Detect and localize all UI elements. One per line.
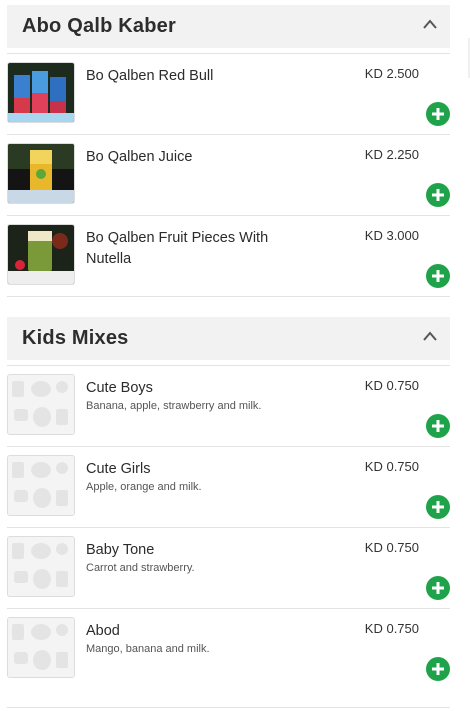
add-button[interactable] <box>426 576 450 600</box>
menu-item[interactable]: Bo Qalben Fruit Pieces With Nutella KD 3… <box>7 216 450 297</box>
item-image <box>7 224 75 285</box>
item-price: KD 0.750 <box>364 540 419 555</box>
item-image <box>7 62 75 123</box>
section-kids-mixes: Kids Mixes Cute Boys Banana, apple, stra… <box>7 317 450 689</box>
menu-item[interactable]: Bo Qalben Juice KD 2.250 <box>7 135 450 216</box>
add-button[interactable] <box>426 414 450 438</box>
menu-item[interactable]: Baby Tone Carrot and strawberry. KD 0.75… <box>7 528 450 609</box>
item-description: Carrot and strawberry. <box>86 562 195 574</box>
menu-item[interactable]: Abod Mango, banana and milk. KD 0.750 <box>7 609 450 689</box>
item-name: Cute Boys <box>86 380 153 396</box>
menu-item[interactable]: Cute Girls Apple, orange and milk. KD 0.… <box>7 447 450 528</box>
add-button[interactable] <box>426 495 450 519</box>
placeholder-image-icon <box>7 536 75 597</box>
section-title: Kids Mixes <box>22 327 129 349</box>
add-button[interactable] <box>426 657 450 681</box>
item-description: Banana, apple, strawberry and milk. <box>86 400 262 412</box>
menu-item[interactable]: Bo Qalben Red Bull KD 2.500 <box>7 54 450 135</box>
item-price: KD 0.750 <box>364 621 419 636</box>
item-name: Bo Qalben Juice <box>86 149 193 165</box>
item-price: KD 2.500 <box>364 66 419 81</box>
placeholder-image-icon <box>7 374 75 435</box>
item-image <box>7 143 75 204</box>
item-name: Abod <box>86 623 120 639</box>
section-title: Abo Qalb Kaber <box>22 15 176 37</box>
item-description: Apple, orange and milk. <box>86 481 202 493</box>
item-name: Cute Girls <box>86 461 151 477</box>
item-price: KD 2.250 <box>364 147 419 162</box>
placeholder-image-icon <box>7 455 75 516</box>
section-abo-qalb-kaber: Abo Qalb Kaber Bo Qalben Red Bull KD 2.5… <box>7 5 450 297</box>
add-button[interactable] <box>426 102 450 126</box>
chevron-up-icon[interactable] <box>422 330 438 342</box>
item-price: KD 0.750 <box>364 459 419 474</box>
item-name: Bo Qalben Fruit Pieces With Nutella <box>86 230 269 267</box>
item-description: Mango, banana and milk. <box>86 643 210 655</box>
divider <box>7 707 450 708</box>
item-name: Bo Qalben Red Bull <box>86 68 214 84</box>
item-price: KD 3.000 <box>364 228 419 243</box>
chevron-up-icon[interactable] <box>422 18 438 30</box>
menu-item[interactable]: Cute Boys Banana, apple, strawberry and … <box>7 366 450 447</box>
section-header[interactable]: Abo Qalb Kaber <box>7 5 450 48</box>
section-header[interactable]: Kids Mixes <box>7 317 450 360</box>
item-name: Baby Tone <box>86 542 155 558</box>
placeholder-image-icon <box>7 617 75 678</box>
item-price: KD 0.750 <box>364 378 419 393</box>
add-button[interactable] <box>426 264 450 288</box>
add-button[interactable] <box>426 183 450 207</box>
